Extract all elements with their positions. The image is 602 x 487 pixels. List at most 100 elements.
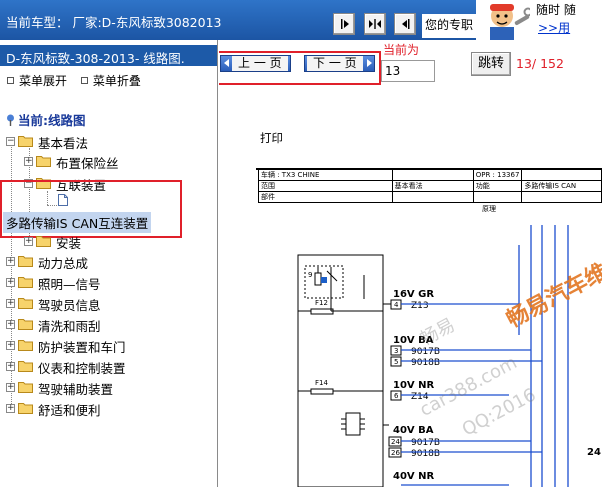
pin-number: 4 <box>394 301 399 309</box>
header-cell <box>391 191 474 203</box>
pin-signal: 9017B <box>411 438 440 448</box>
folder-icon <box>18 298 33 309</box>
expand-toggle-icon[interactable]: + <box>6 383 15 392</box>
wire-group-label: 16V GR <box>393 289 434 300</box>
arrow-left-icon <box>402 19 410 29</box>
tree-item-label: 舒适和便利 <box>38 403 101 418</box>
collapse-toggle-icon[interactable]: − <box>6 137 15 146</box>
menu-collapse-label: 菜单折叠 <box>92 74 141 88</box>
folder-icon <box>36 236 51 247</box>
tree-item-label: 布置保险丝 <box>56 156 119 171</box>
menu-expand-button[interactable]: 菜单展开 <box>7 74 67 88</box>
tree-item-label: 安装 <box>56 236 82 251</box>
vehicle-model-label: 当前车型： 厂家:D-东风标致3082013 <box>6 15 222 30</box>
current-page-label: 当前为 <box>383 43 420 57</box>
expand-toggle-icon[interactable]: + <box>6 278 15 287</box>
tree-item-label: 驾驶辅助装置 <box>38 382 114 397</box>
relay-number: 9 <box>308 271 312 279</box>
current-location: 当前:线路图 <box>6 110 86 129</box>
function-label-cell: 功能 <box>472 180 523 192</box>
pin-number: 24 <box>391 438 400 446</box>
expand-toggle-icon[interactable]: + <box>6 404 15 413</box>
menu-expand-label: 菜单展开 <box>19 74 68 88</box>
wire-group-label: 40V NR <box>393 471 435 482</box>
folder-icon <box>18 277 33 288</box>
folder-icon <box>18 319 33 330</box>
promo-link[interactable]: >>用 <box>538 19 570 36</box>
jump-button[interactable]: 跳转 <box>471 52 511 76</box>
menu-collapse-button[interactable]: 菜单折叠 <box>80 74 141 88</box>
function-value-cell: 多路传输IS CAN <box>521 180 602 192</box>
expand-toggle-icon[interactable]: + <box>24 157 33 166</box>
promo-text: 随时 随 <box>536 3 576 17</box>
pin-signal: 9018B <box>411 358 440 368</box>
highlight-box <box>0 180 182 238</box>
wiring-schematic: 9 F12 F14 16V GR 10V BA 10V NR 40V BA 40… <box>297 225 601 487</box>
page-count: 13/ 152 <box>516 56 564 71</box>
square-icon <box>80 77 88 84</box>
tree-item-label: 基本看法 <box>38 136 89 151</box>
pin-number: 5 <box>394 358 398 366</box>
pin-icon <box>7 114 14 126</box>
pin-signal: 9018B <box>411 449 440 459</box>
pin-number: 6 <box>394 392 399 400</box>
folder-icon <box>18 403 33 414</box>
folder-icon <box>36 156 51 167</box>
wire-group-label: 10V BA <box>393 335 434 346</box>
tree-item-label: 动力总成 <box>38 256 89 271</box>
wire-group-label: 10V NR <box>393 380 435 391</box>
document-header-table: 车辆 : TX3 CHINE OPR : 13367 范围 基本看法 功能 多路… <box>258 169 602 203</box>
pin-signal: 9017B <box>411 347 440 357</box>
scope-value-cell: 基本看法 <box>391 180 474 192</box>
right-connector-label: 24 <box>587 447 601 458</box>
nav-toggle-button[interactable] <box>364 13 386 35</box>
fuse-label: F12 <box>315 299 328 307</box>
header-cell <box>521 169 602 181</box>
folder-icon <box>18 382 33 393</box>
folder-icon <box>18 340 33 351</box>
tree-item-label: 驾驶员信息 <box>38 298 101 313</box>
header-cell <box>391 169 474 181</box>
opr-cell: OPR : 13367 <box>472 169 523 181</box>
header-cell <box>521 191 602 203</box>
pin-number: 26 <box>391 449 400 457</box>
fuse-label: F14 <box>315 379 328 387</box>
pin-signal: Z14 <box>411 392 429 402</box>
page-number-input[interactable] <box>381 60 435 82</box>
tree-item-label: 清洗和雨刮 <box>38 319 101 334</box>
header-cell <box>472 191 523 203</box>
expand-toggle-icon[interactable]: + <box>6 341 15 350</box>
menu-toolbar: 菜单展开 菜单折叠 <box>7 72 151 89</box>
print-link[interactable]: 打印 <box>260 130 283 146</box>
tree-item-label: 照明—信号 <box>38 277 101 292</box>
expand-arrows-icon <box>369 19 381 29</box>
highlight-box <box>219 51 381 85</box>
content-panel: 当前为 上 一 页 下 一 页 跳转 13/ 152 打印 车辆 : TX3 C… <box>219 40 602 487</box>
expand-toggle-icon[interactable]: + <box>6 299 15 308</box>
arrow-right-icon <box>341 19 349 29</box>
square-icon <box>7 77 14 84</box>
expand-toggle-icon[interactable]: + <box>6 257 15 266</box>
principle-label: 原理 <box>482 205 496 213</box>
sidebar: D-东风标致-308-2013- 线路图. 菜单展开 菜单折叠 当前:线路图 −… <box>0 40 218 487</box>
nav-back-button[interactable] <box>394 13 416 35</box>
expand-toggle-icon[interactable]: + <box>24 237 33 246</box>
wire-group-label: 40V BA <box>393 425 434 436</box>
tree-item-label: 仪表和控制装置 <box>38 361 126 376</box>
folder-icon <box>18 256 33 267</box>
document-title: D-东风标致-308-2013- 线路图. <box>0 45 217 66</box>
tree-item-label: 防护装置和车门 <box>38 340 126 355</box>
folder-icon <box>18 361 33 372</box>
mechanic-mascot-icon <box>476 0 534 40</box>
expand-toggle-icon[interactable]: + <box>6 320 15 329</box>
wiring-diagram-page: 打印 车辆 : TX3 CHINE OPR : 13367 范围 基本看法 功能… <box>219 120 602 487</box>
nav-first-button[interactable] <box>333 13 355 35</box>
vehicle-cell: 车辆 : TX3 CHINE <box>258 169 393 181</box>
scope-label-cell: 范围 <box>258 180 393 192</box>
pin-signal: Z13 <box>411 301 429 311</box>
promo-box: 随时 随 >>用 <box>530 0 602 40</box>
top-bar: 当前车型： 厂家:D-东风标致3082013 您的专职 随时 随 >>用 <box>0 0 602 40</box>
relay-coil <box>321 277 327 283</box>
expand-toggle-icon[interactable]: + <box>6 362 15 371</box>
pin-number: 3 <box>394 347 398 355</box>
